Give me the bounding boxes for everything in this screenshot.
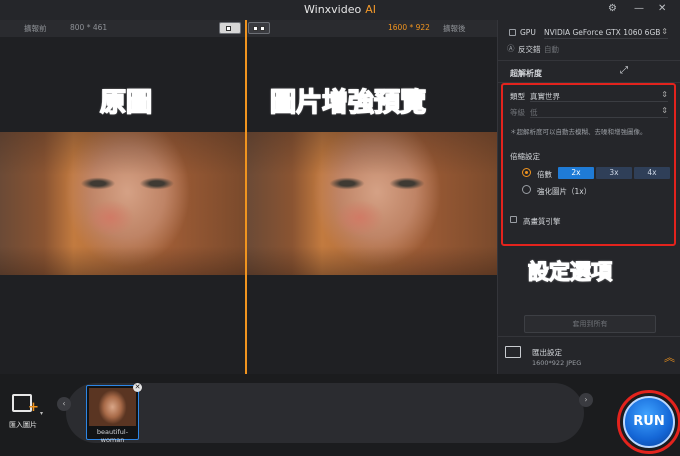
expand-icon[interactable]: ⤢ [620, 65, 628, 76]
split-view-toggle[interactable] [219, 22, 241, 34]
gpu-select[interactable]: NVIDIA GeForce GTX 1060 6GB ⇕ [544, 26, 668, 39]
collapse-up-icon[interactable]: ︽ [664, 349, 675, 365]
after-label: 擴報後 [443, 24, 466, 33]
compare-view-toggle[interactable] [248, 22, 270, 34]
original-image [0, 132, 245, 275]
compare-divider[interactable] [245, 20, 247, 374]
title-bar: Winxvideo AI ⚙ — ✕ [0, 0, 680, 20]
deinterlace-icon: Ⓐ [507, 44, 515, 53]
dropdown-icon: ▾ [40, 410, 44, 417]
close-button[interactable]: ✕ [658, 3, 666, 14]
thumbnail-strip [66, 383, 584, 443]
thumbnail-image [89, 388, 136, 426]
annotation-enhanced: 圖片增強預覽 [269, 87, 427, 119]
scroll-right-button[interactable]: › [579, 393, 593, 407]
minimize-button[interactable]: — [634, 3, 644, 14]
preview-area: 擴報前 800 * 461 1600 * 922 擴報後 原圖 圖片增強預覽 [0, 20, 497, 374]
gpu-checkbox[interactable] [509, 29, 516, 36]
annotation-settings: 設定選項 [527, 259, 612, 284]
gear-icon[interactable]: ⚙ [608, 3, 617, 14]
deinterlace-select[interactable]: 自動 [544, 42, 668, 55]
after-size: 1600 * 922 [388, 23, 430, 32]
chevron-updown-icon: ⇕ [661, 27, 668, 36]
enhanced-image [247, 132, 497, 275]
thumbnail-caption: beautiful-woman [96, 428, 129, 444]
deinterlace-label: 反交錯 [518, 45, 541, 54]
import-images-button[interactable]: + ▾ 匯入圖片 [6, 390, 50, 432]
preview-header: 擴報前 800 * 461 1600 * 922 擴報後 [0, 20, 497, 37]
output-info: 1600*922 JPEG [532, 359, 582, 367]
settings-highlight-box [501, 83, 676, 246]
add-icon: + [28, 400, 39, 415]
output-title: 匯出設定 [532, 348, 562, 357]
image-thumbnail[interactable]: beautiful-woman [86, 385, 139, 444]
import-label: 匯入圖片 [9, 421, 37, 429]
before-size: 800 * 461 [70, 23, 108, 32]
app-title: Winxvideo AI [304, 3, 376, 16]
apply-all-button[interactable]: 套用到所有 [524, 315, 656, 333]
remove-thumbnail-button[interactable]: ✕ [133, 383, 142, 392]
super-resolution-title: 超解析度 [510, 69, 542, 78]
annotation-original: 原圖 [99, 87, 153, 119]
output-settings-icon [505, 346, 521, 358]
run-button[interactable]: RUN [623, 396, 675, 448]
scroll-left-button[interactable]: ‹ [57, 397, 71, 411]
gpu-label: GPU [520, 28, 536, 37]
before-label: 擴報前 [24, 24, 47, 33]
